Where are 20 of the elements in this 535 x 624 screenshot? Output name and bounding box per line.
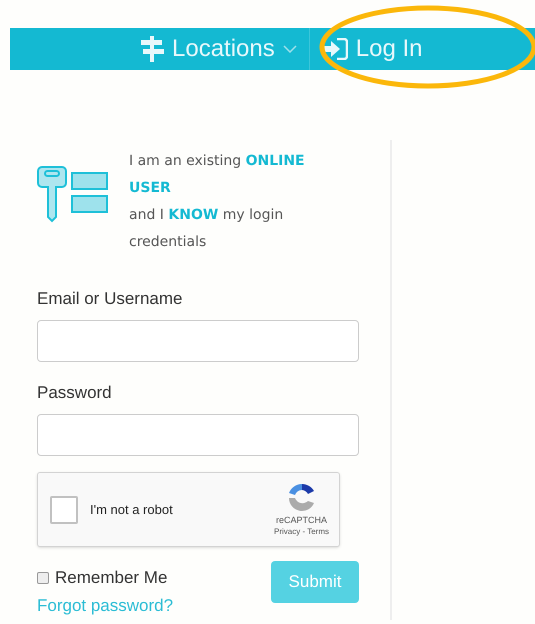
intro-text: I am an existing ONLINE USER — [129, 152, 306, 198]
captcha-label: I'm not a robot — [90, 500, 173, 519]
input-field[interactable] — [37, 414, 359, 456]
captcha-brand: reCAPTCHA — [276, 514, 328, 526]
captcha-checkbox[interactable] — [50, 496, 78, 524]
intro-text: and I KNOW my login credentials — [129, 206, 284, 252]
input-field[interactable] — [37, 320, 359, 362]
forgot-password-link[interactable]: Forgot password? — [37, 594, 174, 616]
login-icon — [322, 38, 348, 60]
field-label: Password — [37, 382, 113, 404]
key-form-icon — [37, 165, 109, 223]
nav-link[interactable]: Locations — [128, 28, 309, 70]
remember-checkbox[interactable] — [37, 572, 49, 584]
chevron-down-icon — [282, 45, 297, 53]
signpost-icon — [140, 36, 164, 62]
nav-link[interactable]: Log In — [308, 28, 434, 70]
remember-label: Remember Me — [55, 567, 168, 589]
captcha-links[interactable]: Privacy - Terms — [274, 526, 329, 538]
submit-button[interactable]: Submit — [271, 561, 359, 603]
field-label: Email or Username — [37, 288, 184, 310]
